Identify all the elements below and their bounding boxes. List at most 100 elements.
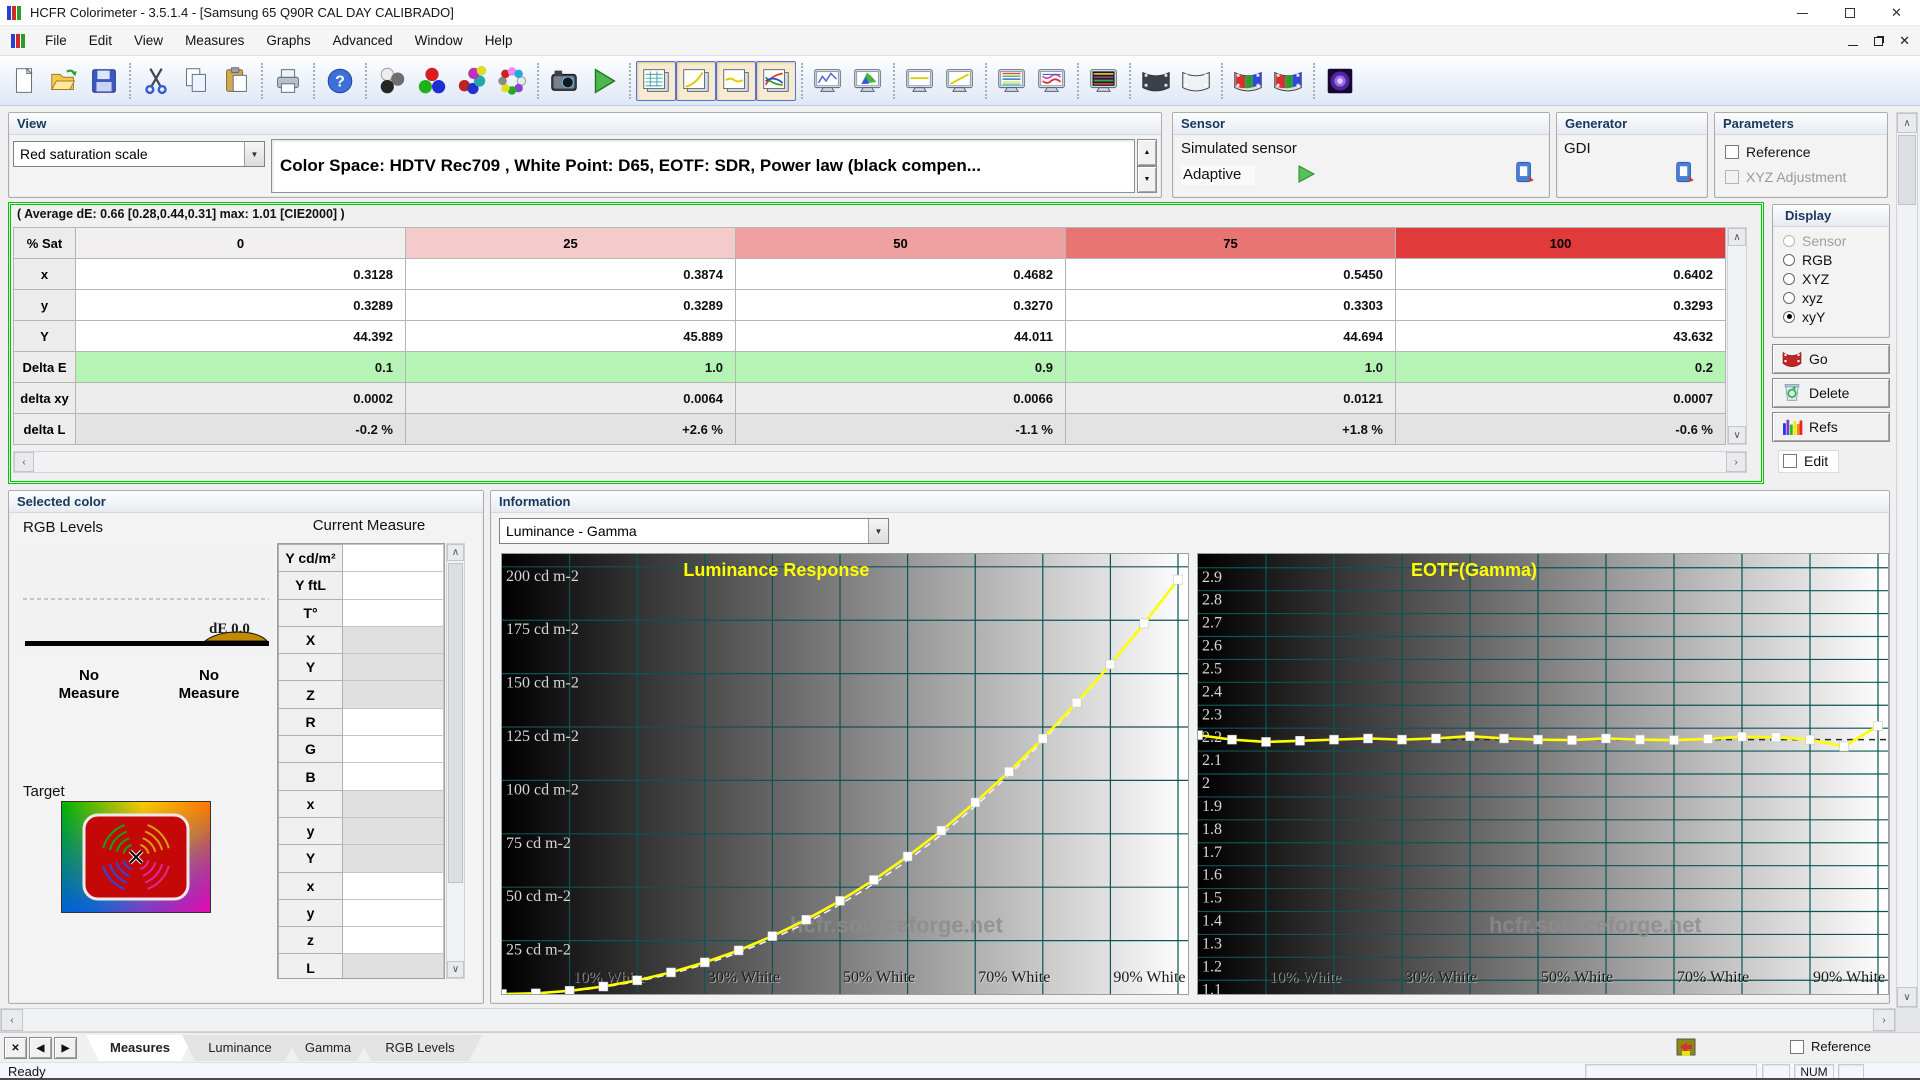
minimize-button[interactable] bbox=[1779, 0, 1826, 26]
chevron-down-icon[interactable]: ▼ bbox=[868, 519, 888, 543]
cell-value[interactable]: 0.0121 bbox=[1066, 383, 1396, 414]
tab-rgb-levels[interactable]: RGB Levels bbox=[358, 1035, 482, 1061]
col-header-25[interactable]: 25 bbox=[406, 228, 736, 259]
measure-table-scrollbar[interactable]: ∧ ∨ bbox=[446, 543, 465, 979]
mon-diag-icon[interactable] bbox=[940, 61, 980, 101]
radio-circle[interactable] bbox=[1783, 254, 1795, 266]
balls-rgb-icon[interactable] bbox=[412, 61, 452, 101]
cell-value[interactable]: 0.9 bbox=[736, 352, 1066, 383]
view-wave-icon[interactable] bbox=[716, 61, 756, 101]
reference-swatch-icon[interactable] bbox=[1676, 1038, 1696, 1058]
cell-value[interactable]: 43.632 bbox=[1396, 321, 1726, 352]
cell-value[interactable]: 0.3128 bbox=[76, 259, 406, 290]
cell-value[interactable]: -0.6 % bbox=[1396, 414, 1726, 445]
scroll-up-icon[interactable]: ∧ bbox=[447, 544, 464, 561]
cell-value[interactable]: 45.889 bbox=[406, 321, 736, 352]
help-icon[interactable]: ? bbox=[320, 61, 360, 101]
save-icon[interactable] bbox=[84, 61, 124, 101]
film-light-icon[interactable] bbox=[1176, 61, 1216, 101]
menu-edit[interactable]: Edit bbox=[78, 26, 123, 55]
spinner-up-icon[interactable]: ▲ bbox=[1137, 139, 1157, 166]
radio-rgb[interactable]: RGB bbox=[1783, 250, 1889, 269]
cut-icon[interactable] bbox=[136, 61, 176, 101]
measure-row-value[interactable] bbox=[343, 599, 444, 626]
cell-value[interactable]: 0.6402 bbox=[1396, 259, 1726, 290]
measure-row-value[interactable] bbox=[343, 954, 444, 979]
cell-value[interactable]: 0.4682 bbox=[736, 259, 1066, 290]
measure-row-value[interactable] bbox=[343, 899, 444, 926]
measure-row-value[interactable] bbox=[343, 763, 444, 790]
sensor-run-icon[interactable] bbox=[1295, 163, 1317, 185]
scroll-down-icon[interactable]: ∨ bbox=[1728, 426, 1746, 444]
measure-row-value[interactable] bbox=[343, 927, 444, 954]
sensor-config-icon[interactable] bbox=[1511, 159, 1537, 185]
balls-colors-icon[interactable] bbox=[452, 61, 492, 101]
edit-checkbox-box[interactable] bbox=[1783, 454, 1797, 468]
refs-button[interactable]: Refs bbox=[1772, 412, 1890, 442]
menu-advanced[interactable]: Advanced bbox=[322, 26, 404, 55]
camera-icon[interactable] bbox=[544, 61, 584, 101]
view-multi-icon[interactable] bbox=[756, 61, 796, 101]
cell-value[interactable]: 0.0064 bbox=[406, 383, 736, 414]
measure-row-value[interactable] bbox=[343, 845, 444, 872]
reference-checkbox[interactable]: Reference bbox=[1790, 1039, 1871, 1054]
edit-checkbox[interactable]: Edit bbox=[1778, 450, 1839, 473]
mdi-minimize-icon[interactable] bbox=[1848, 45, 1858, 46]
film-rgb2-icon[interactable] bbox=[1268, 61, 1308, 101]
cell-value[interactable]: 0.3289 bbox=[406, 290, 736, 321]
table-horizontal-scrollbar[interactable]: ‹ › bbox=[13, 451, 1747, 473]
col-header-50[interactable]: 50 bbox=[736, 228, 1066, 259]
view-gamma-icon[interactable] bbox=[676, 61, 716, 101]
measure-row-value[interactable] bbox=[343, 790, 444, 817]
scroll-down-icon[interactable]: ∨ bbox=[447, 961, 464, 978]
film-dark-icon[interactable] bbox=[1136, 61, 1176, 101]
plasma-icon[interactable] bbox=[1320, 61, 1360, 101]
paste-icon[interactable] bbox=[216, 61, 256, 101]
generator-config-icon[interactable] bbox=[1671, 159, 1697, 185]
tab-close-button[interactable]: ✕ bbox=[4, 1037, 27, 1059]
scroll-up-icon[interactable]: ∧ bbox=[1728, 228, 1746, 246]
scroll-down-icon[interactable]: ∨ bbox=[1897, 987, 1917, 1007]
checkbox-box[interactable] bbox=[1725, 145, 1739, 159]
cell-value[interactable]: 0.1 bbox=[76, 352, 406, 383]
mon-histo-icon[interactable] bbox=[808, 61, 848, 101]
menu-help[interactable]: Help bbox=[474, 26, 524, 55]
menu-window[interactable]: Window bbox=[404, 26, 474, 55]
cell-value[interactable]: 0.3293 bbox=[1396, 290, 1726, 321]
measure-row-value[interactable] bbox=[343, 817, 444, 844]
radio-circle[interactable] bbox=[1783, 292, 1795, 304]
cell-value[interactable]: 44.694 bbox=[1066, 321, 1396, 352]
print-icon[interactable] bbox=[268, 61, 308, 101]
cell-value[interactable]: 1.0 bbox=[1066, 352, 1396, 383]
radio-xyz[interactable]: XYZ bbox=[1783, 269, 1889, 288]
spinner-down-icon[interactable]: ▼ bbox=[1137, 166, 1157, 193]
scroll-thumb[interactable] bbox=[1898, 135, 1916, 205]
close-button[interactable]: ✕ bbox=[1873, 0, 1920, 26]
cell-value[interactable]: 0.3874 bbox=[406, 259, 736, 290]
open-icon[interactable] bbox=[44, 61, 84, 101]
film-rgb-icon[interactable] bbox=[1228, 61, 1268, 101]
measure-row-value[interactable] bbox=[343, 736, 444, 763]
scroll-up-icon[interactable]: ∧ bbox=[1897, 113, 1917, 133]
measure-row-value[interactable] bbox=[343, 681, 444, 708]
view-table-icon[interactable] bbox=[636, 61, 676, 101]
tab-gamma[interactable]: Gamma bbox=[286, 1035, 370, 1061]
cell-value[interactable]: -0.2 % bbox=[76, 414, 406, 445]
menu-file[interactable]: File bbox=[34, 26, 78, 55]
mdi-restore-icon[interactable] bbox=[1874, 37, 1883, 46]
cell-value[interactable]: 0.5450 bbox=[1066, 259, 1396, 290]
mon-flat-icon[interactable] bbox=[900, 61, 940, 101]
cell-value[interactable]: 1.0 bbox=[406, 352, 736, 383]
measure-row-value[interactable] bbox=[343, 572, 444, 599]
reference-checkbox[interactable]: Reference bbox=[1725, 144, 1887, 160]
measure-row-value[interactable] bbox=[343, 708, 444, 735]
cell-value[interactable]: 0.3303 bbox=[1066, 290, 1396, 321]
cell-value[interactable]: -1.1 % bbox=[736, 414, 1066, 445]
cell-value[interactable]: +2.6 % bbox=[406, 414, 736, 445]
copy-icon[interactable] bbox=[176, 61, 216, 101]
information-select[interactable]: Luminance - Gamma ▼ bbox=[499, 518, 889, 544]
balls-ring-icon[interactable] bbox=[492, 61, 532, 101]
cell-value[interactable]: 0.2 bbox=[1396, 352, 1726, 383]
measure-row-value[interactable] bbox=[343, 545, 444, 572]
scroll-right-icon[interactable]: › bbox=[1873, 1009, 1895, 1031]
